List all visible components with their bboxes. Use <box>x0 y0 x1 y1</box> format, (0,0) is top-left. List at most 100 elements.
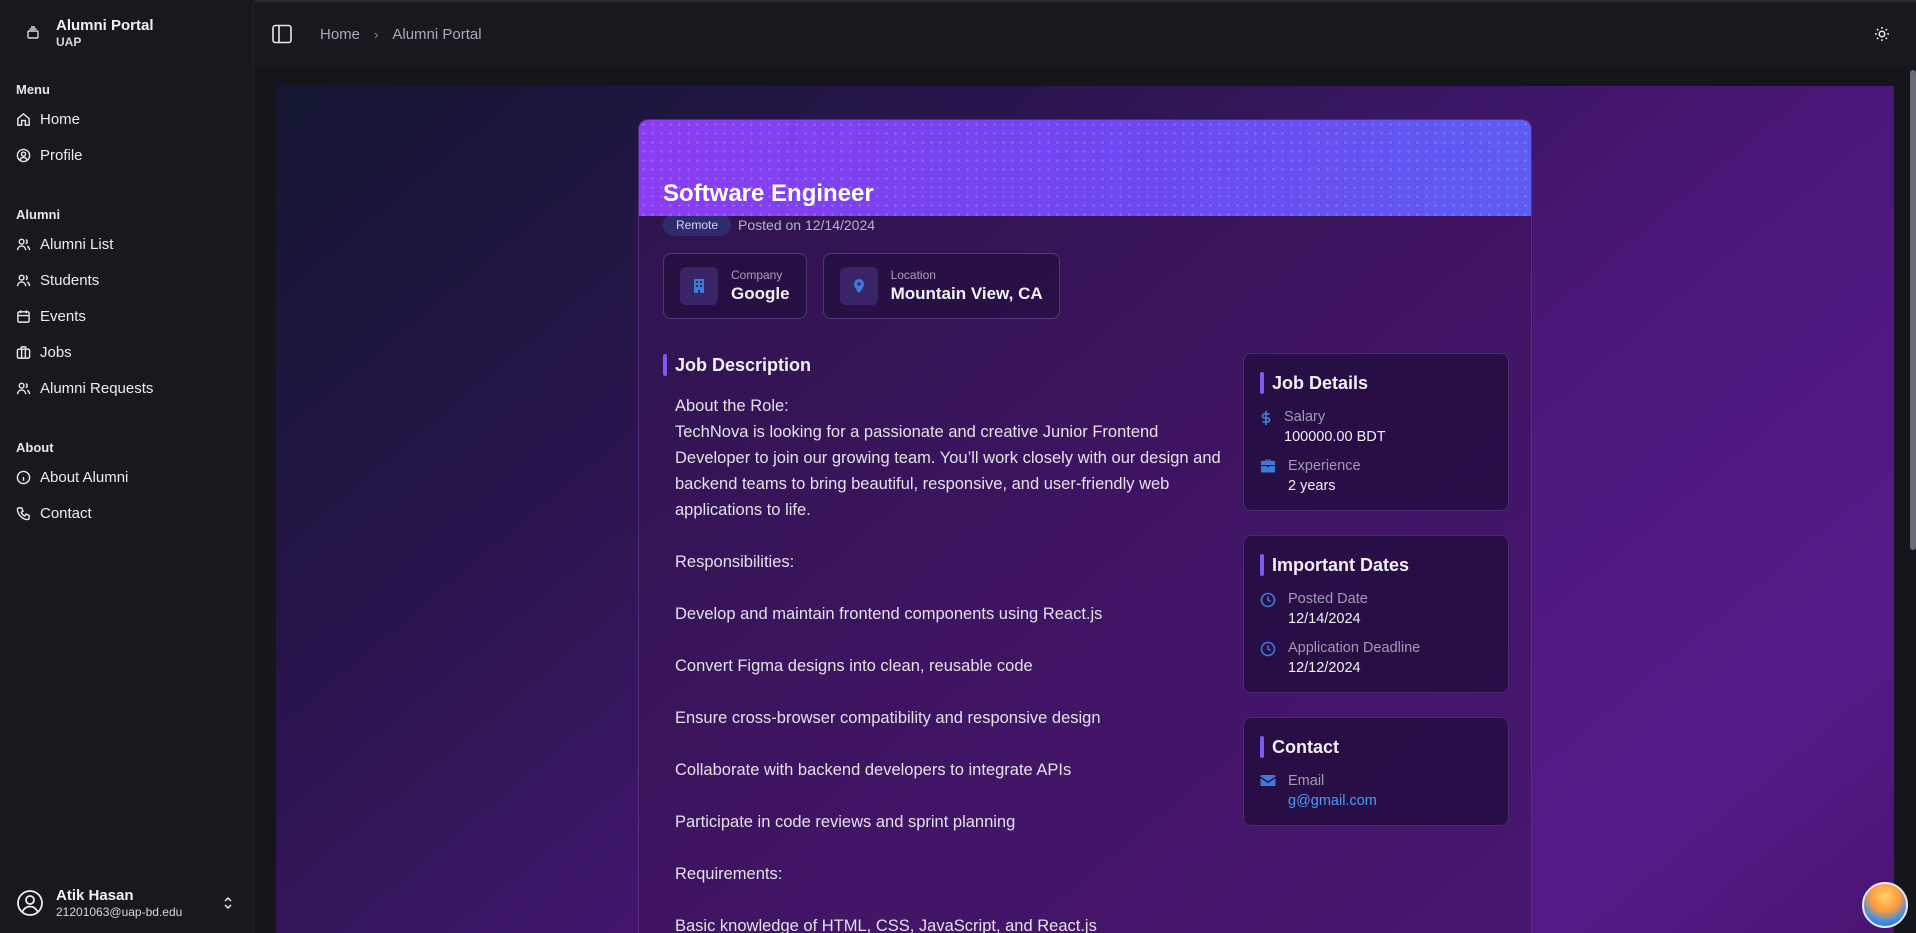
sidebar-item-home[interactable]: Home <box>0 101 253 137</box>
email-row: Email g@gmail.com <box>1260 772 1492 811</box>
calendar-icon <box>17 309 30 323</box>
breadcrumb: Home › Alumni Portal <box>320 26 482 43</box>
sun-icon[interactable] <box>1874 26 1890 42</box>
sidebar-item-about-alumni[interactable]: About Alumni <box>0 459 253 495</box>
description-body: About the Role: TechNova is looking for … <box>675 397 1221 933</box>
clock-icon <box>1260 641 1276 657</box>
sidebar-item-contact[interactable]: Contact <box>0 495 253 531</box>
description-heading-text: Job Description <box>675 354 812 375</box>
important-dates-title-text: Important Dates <box>1272 554 1410 575</box>
job-banner: Software Engineer <box>639 120 1531 216</box>
important-dates-card: Important Dates Posted Date 12/14/2024 A… <box>1243 535 1509 693</box>
floating-avatar-button[interactable] <box>1862 882 1908 928</box>
salary-row: Salary 100000.00 BDT <box>1260 408 1492 447</box>
sidebar-item-students[interactable]: Students <box>0 262 253 298</box>
sidebar-item-label: Events <box>40 307 86 325</box>
sidebar-item-alumni-list[interactable]: Alumni List <box>0 226 253 262</box>
deadline-value: 12/12/2024 <box>1288 660 1361 676</box>
location-value: Mountain View, CA <box>890 284 1043 303</box>
job-info-cards: Company Google Location Mountain View, C… <box>639 253 1531 319</box>
accent-bar <box>1260 372 1264 394</box>
map-pin-icon <box>839 267 878 305</box>
briefcase-icon <box>1261 459 1275 473</box>
nav-section-alumni: Alumni Alumni List Students Events Jobs … <box>0 207 253 406</box>
building-icon <box>680 267 718 305</box>
location-label: Location <box>890 268 936 282</box>
important-dates-title: Important Dates <box>1260 554 1492 576</box>
brand-title: Alumni Portal <box>56 16 154 34</box>
contact-card: Contact Email g@gmail.com <box>1243 717 1509 826</box>
info-icon <box>16 470 31 484</box>
user-circle-icon <box>17 890 43 916</box>
breadcrumb-home[interactable]: Home <box>320 26 360 43</box>
sidebar: Alumni Portal UAP Menu Home Profile Alum… <box>0 0 254 933</box>
sidebar-item-label: Contact <box>40 504 92 522</box>
company-name: Google <box>731 284 790 303</box>
sidebar-item-jobs[interactable]: Jobs <box>0 334 253 370</box>
chevron-right-icon: › <box>374 26 379 42</box>
envelope-icon <box>1260 775 1276 786</box>
user-menu[interactable]: Atik Hasan 21201063@uap-bd.edu <box>0 873 254 933</box>
home-icon <box>17 112 30 126</box>
job-type-badge: Remote <box>663 214 732 236</box>
nav-section-menu: Menu Home Profile <box>0 82 253 173</box>
job-details-title: Job Details <box>1260 372 1492 394</box>
job-card: Software Engineer Remote Posted on 12/14… <box>638 119 1532 933</box>
job-title: Software Engineer <box>663 180 874 207</box>
contact-email-link[interactable]: g@gmail.com <box>1288 791 1377 811</box>
clock-icon <box>1260 592 1276 608</box>
chevrons-up-down-icon[interactable] <box>222 895 234 911</box>
sidebar-toggle-icon[interactable] <box>271 23 293 45</box>
top-bar: Home › Alumni Portal <box>255 0 1916 66</box>
content-area: Software Engineer Remote Posted on 12/14… <box>276 86 1894 933</box>
layers-icon <box>22 22 44 44</box>
user-circle-icon <box>16 148 31 162</box>
dollar-icon <box>1261 411 1271 425</box>
contact-title-text: Contact <box>1272 736 1339 757</box>
sidebar-item-label: Alumni List <box>40 235 114 253</box>
sidebar-item-label: Profile <box>40 146 83 164</box>
scrollbar[interactable] <box>1910 70 1916 550</box>
sidebar-item-events[interactable]: Events <box>0 298 253 334</box>
company-card: Company Google <box>663 253 807 319</box>
nav-section-about: About About Alumni Contact <box>0 440 253 531</box>
user-email: 21201063@uap-bd.edu <box>56 904 183 919</box>
sidebar-item-label: Alumni Requests <box>40 379 154 397</box>
deadline-label: Application Deadline <box>1288 640 1421 656</box>
job-details-title-text: Job Details <box>1272 372 1369 393</box>
phone-icon <box>16 506 30 520</box>
company-label: Company <box>731 268 783 282</box>
deadline-row: Application Deadline 12/12/2024 <box>1260 639 1492 678</box>
experience-value: 2 years <box>1288 478 1336 494</box>
sidebar-item-label: Jobs <box>40 343 72 361</box>
users-icon <box>16 382 31 394</box>
experience-label: Experience <box>1288 458 1361 474</box>
briefcase-icon <box>16 345 31 359</box>
breadcrumb-current: Alumni Portal <box>392 25 482 43</box>
posted-text: Posted on 12/14/2024 <box>738 217 876 233</box>
accent-bar <box>1260 736 1264 758</box>
job-sidebar: Job Details Salary 100000.00 BDT Experie… <box>1243 353 1509 850</box>
user-name: Atik Hasan <box>56 886 134 904</box>
experience-row: Experience 2 years <box>1260 457 1492 496</box>
contact-title: Contact <box>1260 736 1492 758</box>
job-meta: Remote Posted on 12/14/2024 <box>639 214 1531 236</box>
description-heading: Job Description <box>663 354 1223 376</box>
sidebar-item-label: About Alumni <box>40 468 129 486</box>
brand[interactable]: Alumni Portal UAP <box>0 0 253 66</box>
accent-bar <box>663 354 667 376</box>
sidebar-item-alumni-requests[interactable]: Alumni Requests <box>0 370 253 406</box>
location-card: Location Mountain View, CA <box>822 253 1060 319</box>
salary-value: 100000.00 BDT <box>1284 429 1386 445</box>
sidebar-item-profile[interactable]: Profile <box>0 137 253 173</box>
posted-date-value: 12/14/2024 <box>1288 611 1361 627</box>
section-label-about: About <box>16 440 54 455</box>
users-icon <box>16 238 31 250</box>
section-label-menu: Menu <box>16 82 50 97</box>
salary-label: Salary <box>1284 409 1326 425</box>
job-details-card: Job Details Salary 100000.00 BDT Experie… <box>1243 353 1509 511</box>
posted-date-row: Posted Date 12/14/2024 <box>1260 590 1492 629</box>
accent-bar <box>1260 554 1264 576</box>
email-label: Email <box>1288 773 1325 789</box>
sidebar-item-label: Home <box>40 110 81 128</box>
